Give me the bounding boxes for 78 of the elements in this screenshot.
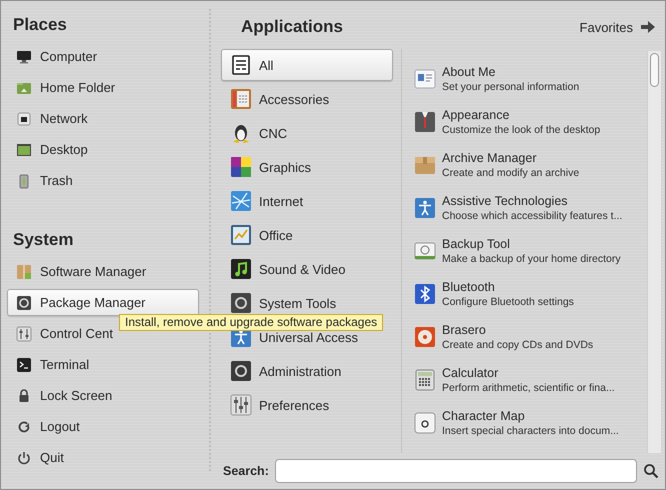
- box-icon: [16, 264, 32, 280]
- category-item[interactable]: Preferences: [221, 389, 393, 421]
- app-item[interactable]: Assistive Technologies Choose which accessibility features t...: [410, 186, 636, 229]
- search-field[interactable]: [274, 459, 637, 483]
- power-icon: [16, 450, 32, 466]
- arrow-icon: [641, 21, 655, 33]
- sliders-icon: [230, 394, 252, 416]
- app-description: Create and modify an archive: [442, 166, 580, 178]
- app-description: Create and copy CDs and DVDs: [442, 338, 594, 350]
- menu-item[interactable]: Quit: [7, 444, 66, 471]
- bluetooth-icon: [414, 282, 436, 304]
- app-description: Perform arithmetic, scientific or fina...: [442, 382, 615, 394]
- app-name: Calculator: [442, 366, 500, 380]
- menu-item[interactable]: Control Cent: [7, 320, 115, 347]
- category-item[interactable]: All: [221, 49, 393, 81]
- app-name: Brasero: [442, 322, 487, 336]
- list-icon: [230, 54, 252, 76]
- app-description: Make a backup of your home directory: [442, 252, 621, 264]
- suit-icon: [414, 110, 436, 132]
- app-item[interactable]: Brasero Create and copy CDs and DVDs: [410, 315, 636, 358]
- app-description: Choose which accessibility features t...: [442, 210, 622, 222]
- category-item[interactable]: Sound & Video: [221, 253, 393, 285]
- app-description: Customize the look of the desktop: [442, 124, 600, 136]
- contact-card-icon: [414, 68, 436, 90]
- menu-item[interactable]: Software Manager: [7, 258, 148, 285]
- search-label: Search:: [223, 464, 269, 478]
- chart-icon: [230, 224, 252, 246]
- category-item[interactable]: CNC: [221, 117, 393, 149]
- app-item[interactable]: About Me Set your personal information: [410, 57, 636, 100]
- app-name: Archive Manager: [442, 150, 538, 164]
- terminal-icon: [16, 356, 32, 372]
- refresh-icon: [16, 418, 32, 434]
- accessibility-icon: [414, 196, 436, 218]
- desktop-icon: [16, 142, 32, 158]
- network-icon: [16, 110, 32, 126]
- menu-item[interactable]: Lock Screen: [7, 382, 114, 409]
- app-name: Assistive Technologies: [442, 194, 569, 208]
- app-item[interactable]: Backup Tool Make a backup of your home directory: [410, 229, 636, 272]
- palette-icon: [230, 156, 252, 178]
- category-item[interactable]: Office: [221, 219, 393, 251]
- menu-item[interactable]: Computer: [7, 43, 100, 70]
- app-description: Insert special characters into docum...: [442, 424, 619, 436]
- calculator-icon: [414, 368, 436, 390]
- menu-item[interactable]: Package Manager: [7, 289, 199, 316]
- section-heading: Places: [12, 15, 68, 35]
- app-name: Bluetooth: [442, 280, 496, 294]
- favorites-button[interactable]: Favorites: [580, 20, 655, 34]
- monitor-icon: [16, 48, 32, 64]
- section-heading: System: [12, 230, 74, 250]
- section-heading: Applications: [240, 17, 344, 37]
- app-name: Backup Tool: [442, 236, 511, 250]
- tooltip: Install, remove and upgrade software packages: [119, 314, 384, 331]
- app-name: Appearance: [442, 108, 510, 122]
- app-description: Configure Bluetooth settings: [442, 296, 574, 308]
- app-description: Set your personal information: [442, 80, 580, 92]
- app-name: About Me: [442, 64, 497, 78]
- scrollbar[interactable]: [647, 51, 661, 453]
- menu-item[interactable]: Desktop: [7, 136, 90, 163]
- category-item[interactable]: Internet: [221, 185, 393, 217]
- menu-item[interactable]: Network: [7, 105, 90, 132]
- category-item[interactable]: Accessories: [221, 83, 393, 115]
- globe-icon: [230, 190, 252, 212]
- app-item[interactable]: Archive Manager Create and modify an archive: [410, 143, 636, 186]
- menu-item[interactable]: Home Folder: [7, 74, 118, 101]
- category-item[interactable]: Graphics: [221, 151, 393, 183]
- app-item[interactable]: Bluetooth Configure Bluetooth settings: [410, 272, 636, 315]
- menu-item[interactable]: Trash: [7, 167, 75, 194]
- app-name: Character Map: [442, 408, 526, 422]
- app-item[interactable]: Calculator Perform arithmetic, scientific or fina...: [410, 358, 636, 401]
- menu-item[interactable]: Logout: [7, 413, 82, 440]
- app-item[interactable]: Appearance Customize the look of the desktop: [410, 100, 636, 143]
- sliders-icon: [16, 326, 32, 342]
- menu-item[interactable]: Terminal: [7, 351, 92, 378]
- category-item[interactable]: Administration: [221, 355, 393, 387]
- calculator-icon: [230, 88, 252, 110]
- music-icon: [230, 258, 252, 280]
- search-icon[interactable]: [642, 463, 659, 479]
- app-item[interactable]: Character Map Insert special characters into docum...: [410, 401, 636, 444]
